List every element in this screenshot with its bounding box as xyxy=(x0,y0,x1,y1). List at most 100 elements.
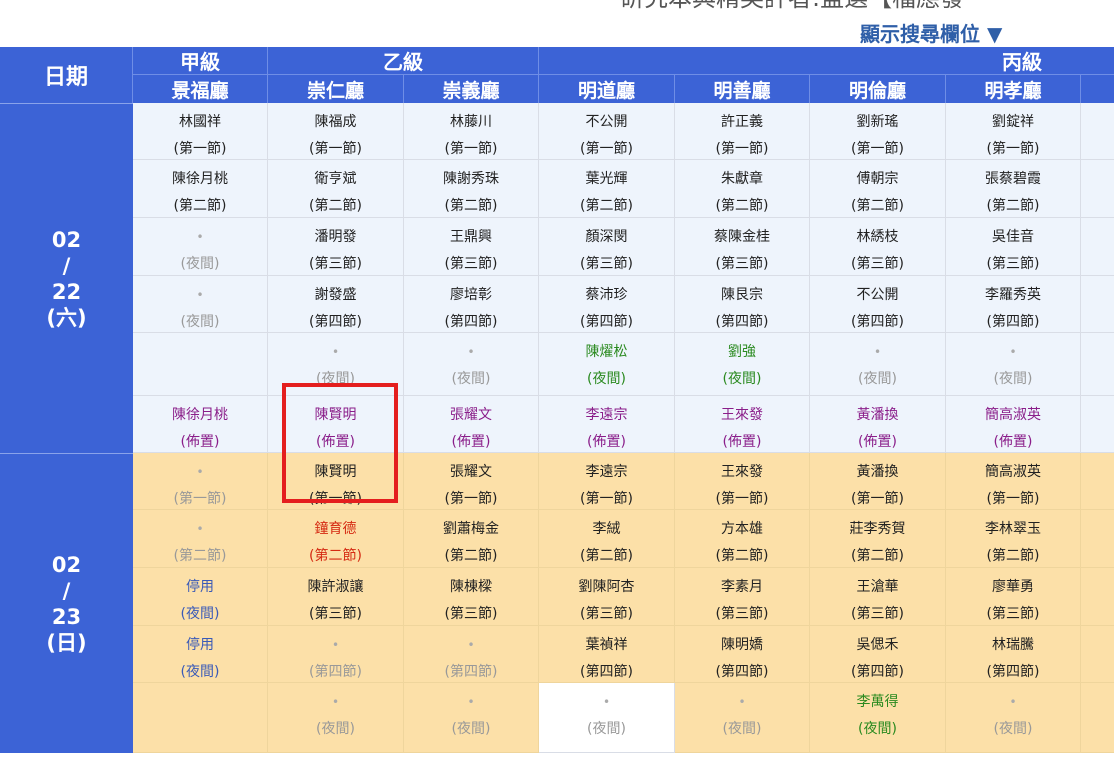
person-name[interactable]: 蔡陳金桂 xyxy=(714,224,770,251)
person-name[interactable]: 蔡沛珍 xyxy=(586,282,628,309)
schedule-cell[interactable]: 張耀文 (佈置) xyxy=(404,396,539,453)
schedule-cell[interactable]: 簡高淑英 (佈置) xyxy=(946,396,1081,453)
schedule-cell[interactable]: 李羅秀英 (第四節) xyxy=(946,276,1081,333)
schedule-cell[interactable]: 李遠宗 (第一節) xyxy=(539,453,675,510)
schedule-cell[interactable]: 鐘育德 (第二節) xyxy=(268,510,404,568)
schedule-cell[interactable]: 陳賢明 (佈置) xyxy=(268,396,404,453)
schedule-cell[interactable]: 吳佳音 (第三節) xyxy=(946,218,1081,276)
schedule-cell[interactable]: 潘明發 (第三節) xyxy=(268,218,404,276)
person-name[interactable]: 王滄華 xyxy=(857,574,899,601)
person-name[interactable]: 劉蕭梅金 xyxy=(443,516,499,543)
person-name[interactable]: 陳棟樑 xyxy=(450,574,492,601)
person-name[interactable]: 李林翠玉 xyxy=(985,516,1041,543)
person-name[interactable]: 吳偲禾 xyxy=(857,632,899,659)
person-name[interactable]: 廖培彰 xyxy=(450,282,492,309)
person-name[interactable]: 黃潘換 xyxy=(857,402,899,429)
schedule-cell[interactable]: 葉禎祥 (第四節) xyxy=(539,626,675,683)
person-name[interactable]: 許正義 xyxy=(721,109,763,136)
schedule-cell[interactable] xyxy=(133,683,268,753)
schedule-cell[interactable]: • (夜間) xyxy=(133,276,268,333)
schedule-cell[interactable]: 劉錠祥 (第一節) xyxy=(946,103,1081,160)
schedule-cell[interactable]: 陳謝秀珠 (第二節) xyxy=(404,160,539,218)
schedule-cell[interactable]: 張耀文 (第一節) xyxy=(404,453,539,510)
person-name[interactable]: 葉禎祥 xyxy=(586,632,628,659)
schedule-cell[interactable]: 蔡陳金桂 (第三節) xyxy=(675,218,810,276)
schedule-cell[interactable]: 蔡沛珍 (第四節) xyxy=(539,276,675,333)
person-name[interactable]: 停用 xyxy=(186,632,214,659)
schedule-cell[interactable]: 李萬得 (夜間) xyxy=(810,683,946,753)
schedule-cell[interactable]: • (夜間) xyxy=(404,683,539,753)
person-name[interactable]: 陳明嬌 xyxy=(721,632,763,659)
schedule-cell[interactable]: • (夜間) xyxy=(810,333,946,396)
schedule-cell[interactable]: 陳徐月桃 (第二節) xyxy=(133,160,268,218)
schedule-cell[interactable]: 劉新瑤 (第一節) xyxy=(810,103,946,160)
schedule-cell[interactable]: • (夜間) xyxy=(268,333,404,396)
person-name[interactable]: 潘明發 xyxy=(315,224,357,251)
person-name[interactable]: 陳賢明 xyxy=(315,402,357,429)
schedule-cell[interactable]: 停用 (夜間) xyxy=(133,568,268,626)
schedule-cell[interactable]: 陳棟樑 (第三節) xyxy=(404,568,539,626)
schedule-cell[interactable]: • (夜間) xyxy=(404,333,539,396)
schedule-cell[interactable]: 謝發盛 (第四節) xyxy=(268,276,404,333)
person-name[interactable]: 林瑞騰 xyxy=(992,632,1034,659)
schedule-cell[interactable]: 顏深閔 (第三節) xyxy=(539,218,675,276)
schedule-cell[interactable]: 陳賢明 (第一節) xyxy=(268,453,404,510)
person-name[interactable]: 劉陳阿杏 xyxy=(579,574,635,601)
schedule-cell[interactable]: 不公開 (第四節) xyxy=(810,276,946,333)
person-name[interactable]: 陳徐月桃 xyxy=(172,166,228,193)
schedule-cell[interactable]: 葉光輝 (第二節) xyxy=(539,160,675,218)
schedule-cell[interactable]: 方本雄 (第二節) xyxy=(675,510,810,568)
person-name[interactable]: 李萬得 xyxy=(857,689,899,716)
schedule-cell[interactable]: 林國祥 (第一節) xyxy=(133,103,268,160)
person-name[interactable]: 陳福成 xyxy=(315,109,357,136)
schedule-cell[interactable]: 張蔡碧霞 (第二節) xyxy=(946,160,1081,218)
person-name[interactable]: 朱獻章 xyxy=(721,166,763,193)
person-name[interactable]: 林藤川 xyxy=(450,109,492,136)
schedule-cell[interactable]: 李絨 (第二節) xyxy=(539,510,675,568)
schedule-cell[interactable]: 劉陳阿杏 (第三節) xyxy=(539,568,675,626)
person-name[interactable]: 張耀文 xyxy=(450,459,492,486)
schedule-cell[interactable]: • (第二節) xyxy=(133,510,268,568)
person-name[interactable]: 王來發 xyxy=(721,459,763,486)
schedule-cell[interactable]: • (夜間) xyxy=(539,683,675,753)
person-name[interactable]: 劉新瑤 xyxy=(857,109,899,136)
person-name[interactable]: 李遠宗 xyxy=(586,459,628,486)
person-name[interactable]: 鐘育德 xyxy=(315,516,357,543)
person-name[interactable]: 王鼎興 xyxy=(450,224,492,251)
schedule-cell[interactable]: 廖華勇 (第三節) xyxy=(946,568,1081,626)
schedule-cell[interactable]: 王鼎興 (第三節) xyxy=(404,218,539,276)
schedule-cell[interactable]: 陳許淑讓 (第三節) xyxy=(268,568,404,626)
person-name[interactable]: 張蔡碧霞 xyxy=(985,166,1041,193)
person-name[interactable]: 陳賢明 xyxy=(315,459,357,486)
schedule-cell[interactable]: 王滄華 (第三節) xyxy=(810,568,946,626)
schedule-cell[interactable]: 李素月 (第三節) xyxy=(675,568,810,626)
person-name[interactable]: 陳謝秀珠 xyxy=(443,166,499,193)
person-name[interactable]: 簡高淑英 xyxy=(985,402,1041,429)
person-name[interactable]: 葉光輝 xyxy=(586,166,628,193)
schedule-cell[interactable]: 王來發 (佈置) xyxy=(675,396,810,453)
person-name[interactable]: 不公開 xyxy=(586,109,628,136)
schedule-cell[interactable]: • (第一節) xyxy=(133,453,268,510)
person-name[interactable]: 劉強 xyxy=(728,339,756,366)
schedule-cell[interactable]: • (夜間) xyxy=(946,683,1081,753)
schedule-cell[interactable]: 陳明嬌 (第四節) xyxy=(675,626,810,683)
schedule-cell[interactable]: 王來發 (第一節) xyxy=(675,453,810,510)
person-name[interactable]: 林國祥 xyxy=(179,109,221,136)
person-name[interactable]: 不公開 xyxy=(857,282,899,309)
schedule-cell[interactable]: 林綉枝 (第三節) xyxy=(810,218,946,276)
person-name[interactable]: 謝發盛 xyxy=(315,282,357,309)
toggle-search-fields-link[interactable]: 顯示搜尋欄位 ▼ xyxy=(860,20,1002,48)
person-name[interactable]: 張耀文 xyxy=(450,402,492,429)
person-name[interactable]: 黃潘換 xyxy=(857,459,899,486)
schedule-cell[interactable]: 陳艮宗 (第四節) xyxy=(675,276,810,333)
schedule-cell[interactable]: • (夜間) xyxy=(946,333,1081,396)
person-name[interactable]: 簡高淑英 xyxy=(985,459,1041,486)
schedule-cell[interactable]: 林藤川 (第一節) xyxy=(404,103,539,160)
person-name[interactable]: 李遠宗 xyxy=(586,402,628,429)
person-name[interactable]: 李羅秀英 xyxy=(985,282,1041,309)
person-name[interactable]: 陳燿松 xyxy=(586,339,628,366)
schedule-cell[interactable]: 陳福成 (第一節) xyxy=(268,103,404,160)
schedule-cell[interactable]: • (第四節) xyxy=(404,626,539,683)
schedule-cell[interactable]: 廖培彰 (第四節) xyxy=(404,276,539,333)
schedule-cell[interactable]: 吳偲禾 (第四節) xyxy=(810,626,946,683)
